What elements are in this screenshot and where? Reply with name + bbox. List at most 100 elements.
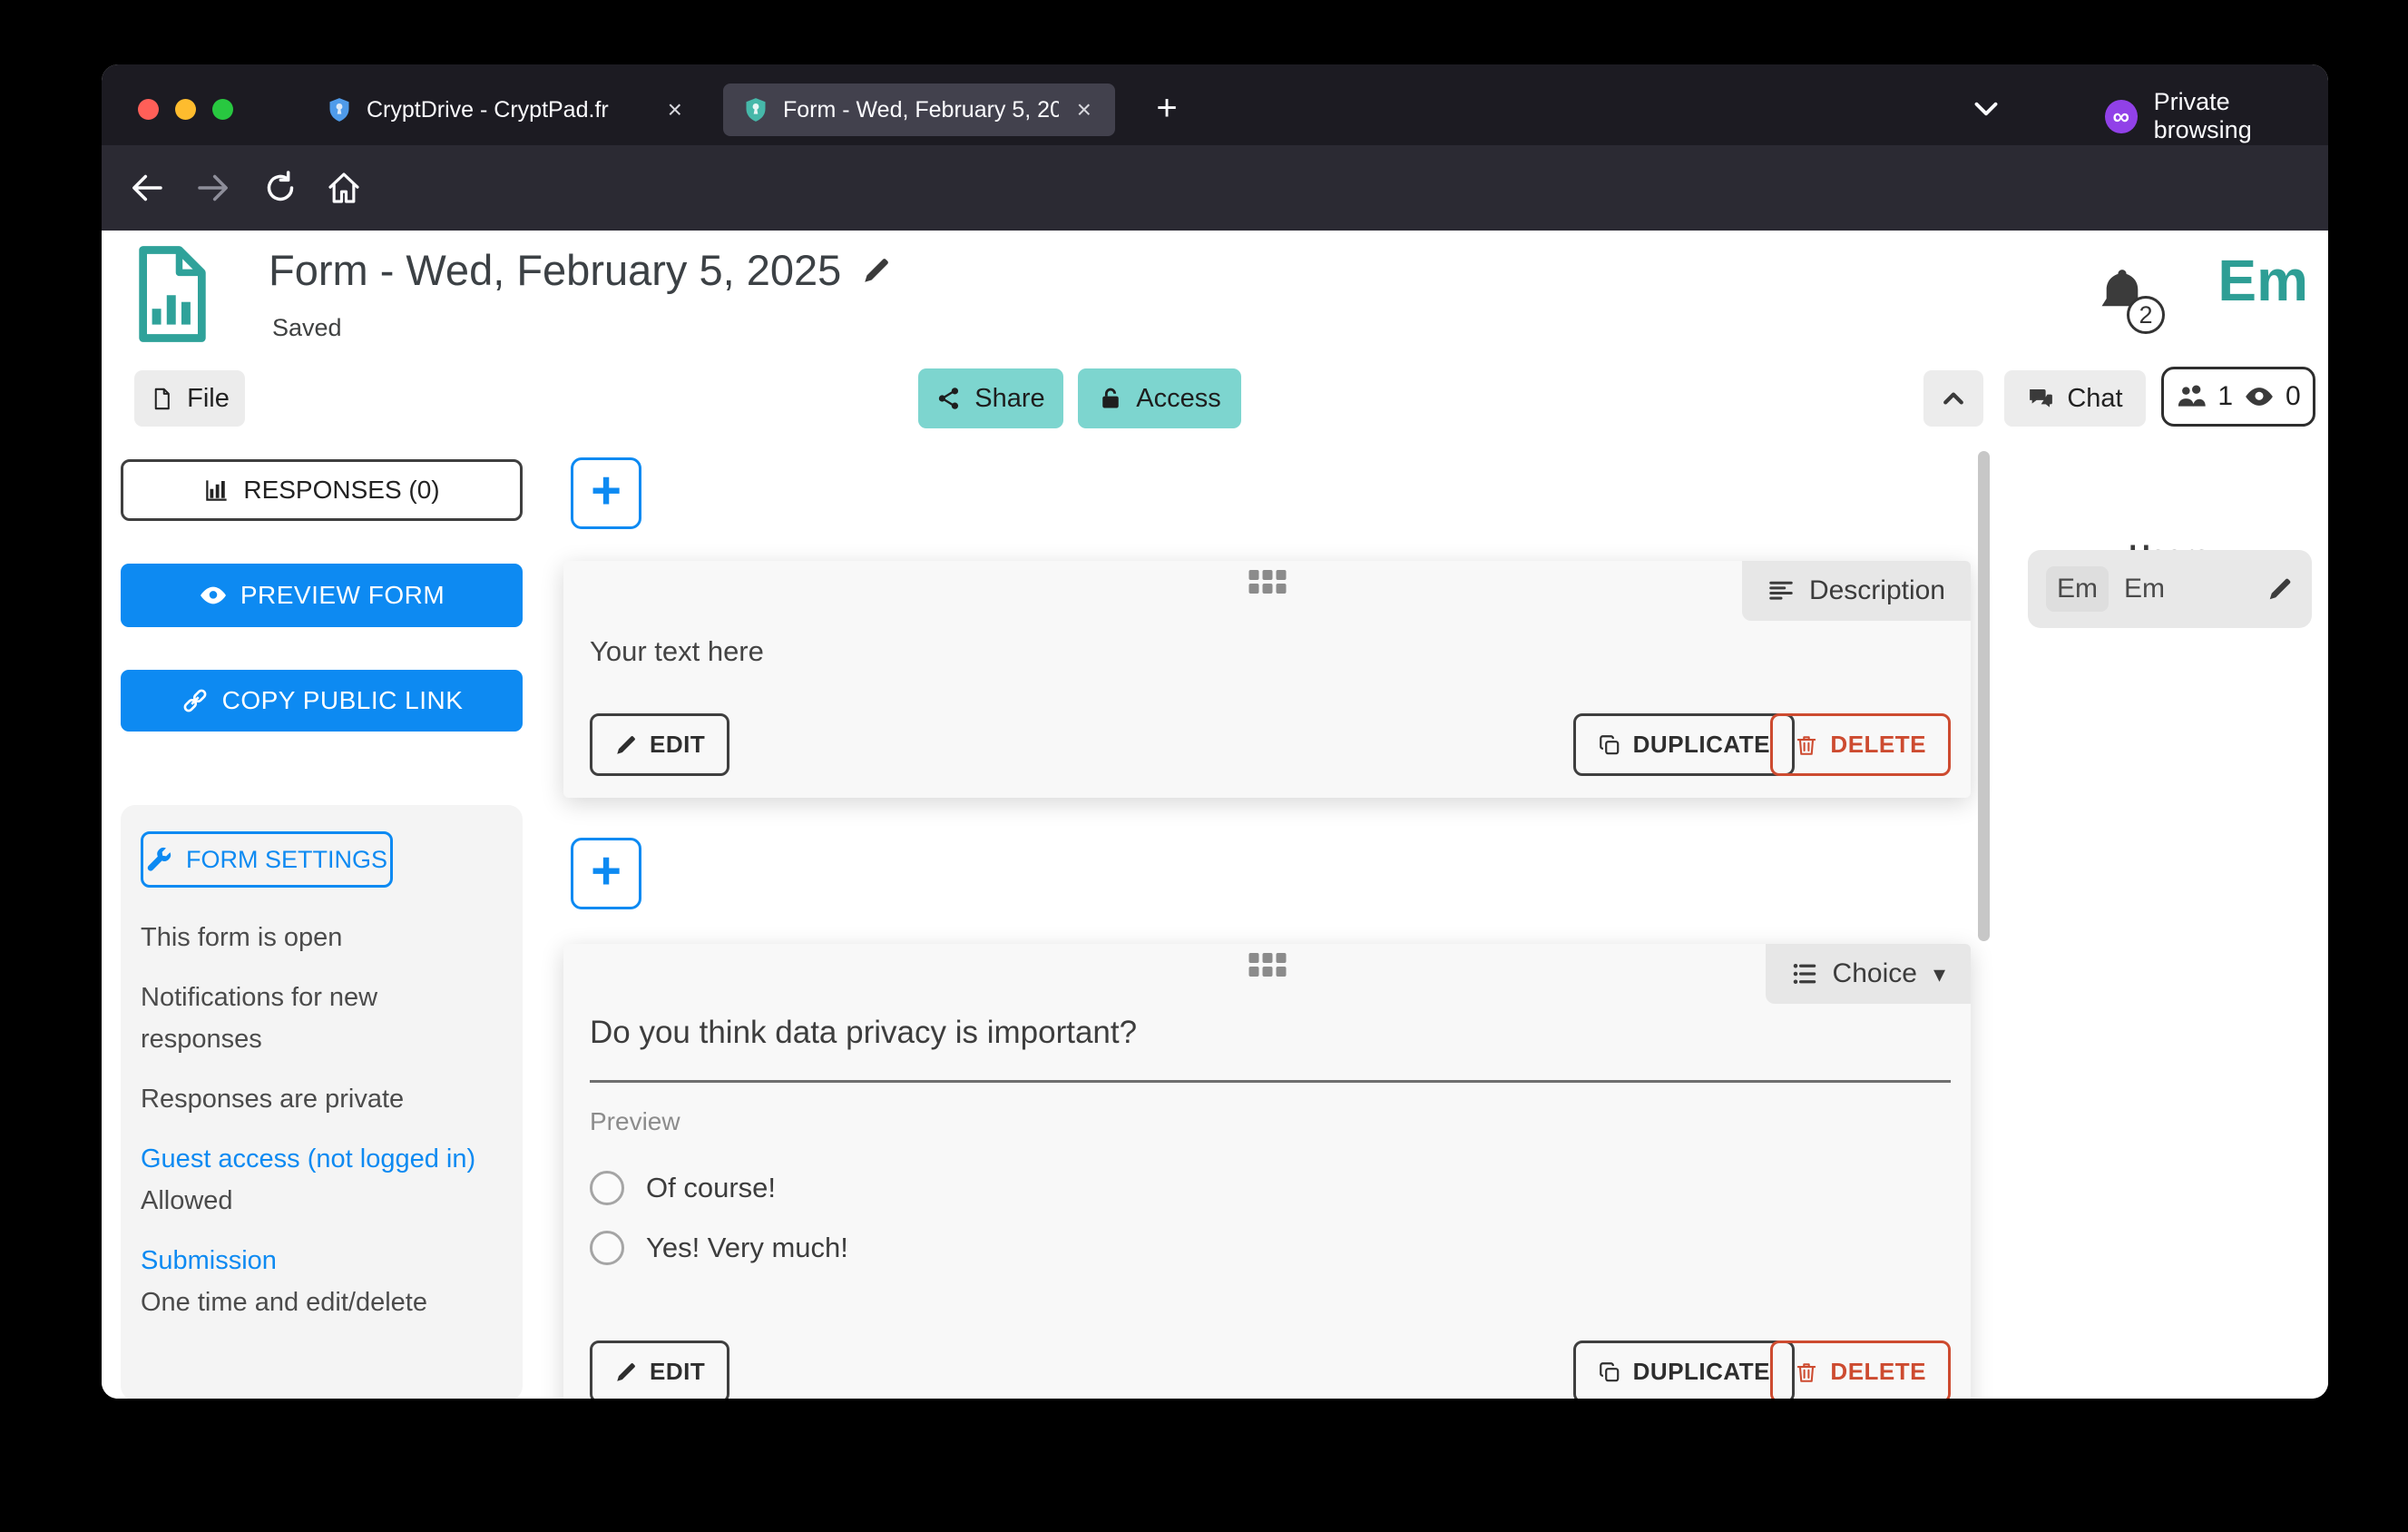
form-settings-summary: This form is open Notifications for new …: [141, 917, 503, 1323]
share-icon: [936, 386, 962, 411]
notifications-bell[interactable]: 2: [2094, 265, 2158, 329]
file-label: File: [187, 384, 230, 414]
navigation-bar: https://cryptpad.fr/form/#/3/form/edit/c…: [102, 145, 2328, 231]
tab-close-icon[interactable]: ×: [1073, 95, 1095, 124]
description-block: Description Your text here EDIT DUPLICAT…: [563, 561, 1971, 798]
reload-button[interactable]: [262, 170, 299, 206]
drag-handle-icon[interactable]: [1248, 570, 1286, 594]
tab-title: Form - Wed, February 5, 2025: [783, 97, 1059, 123]
duplicate-copy-icon: [1598, 1360, 1621, 1384]
submission-link[interactable]: Submission: [141, 1240, 503, 1282]
edit-button[interactable]: EDIT: [590, 713, 729, 776]
responses-button[interactable]: RESPONSES (0): [121, 459, 523, 521]
edit-pencil-icon: [614, 733, 638, 757]
edit-label: EDIT: [650, 1358, 705, 1386]
collapse-toolbar-button[interactable]: [1923, 370, 1983, 427]
chat-label: Chat: [2067, 384, 2122, 414]
preview-eye-icon: [199, 581, 228, 610]
question-text[interactable]: Do you think data privacy is important?: [590, 1015, 1137, 1051]
share-label: Share: [974, 384, 1044, 414]
block-type-choice[interactable]: Choice ▾: [1766, 944, 1971, 1004]
tab-form-active[interactable]: Form - Wed, February 5, 2025 ×: [723, 83, 1115, 136]
duplicate-button[interactable]: DUPLICATE: [1573, 713, 1795, 776]
drag-handle-icon[interactable]: [1248, 953, 1286, 977]
new-tab-button[interactable]: +: [1143, 86, 1190, 133]
cryptpad-shield-icon: [327, 97, 352, 123]
rename-pencil-icon[interactable]: [861, 255, 892, 286]
copy-public-link-button[interactable]: COPY PUBLIC LINK: [121, 670, 523, 732]
edit-button[interactable]: EDIT: [590, 1340, 729, 1399]
tab-cryptdrive[interactable]: CryptDrive - CryptPad.fr ×: [307, 83, 706, 136]
add-block-button[interactable]: +: [571, 838, 641, 909]
editors-count: 1: [2217, 381, 2233, 412]
access-label: Access: [1136, 384, 1220, 414]
form-settings-button[interactable]: FORM SETTINGS: [141, 831, 393, 888]
block-type-label: Description: [1809, 575, 1945, 606]
tab-bar: CryptDrive - CryptPad.fr × Form - Wed, F…: [102, 64, 2328, 145]
setting-private: Responses are private: [141, 1078, 503, 1120]
guest-access-link[interactable]: Guest access (not logged in): [141, 1138, 503, 1180]
description-text: Your text here: [590, 635, 764, 668]
window-minimize-button[interactable]: [175, 99, 196, 120]
chat-button[interactable]: Chat: [2004, 370, 2146, 427]
block-type-label: Choice: [1833, 958, 1917, 989]
document-title-text: Form - Wed, February 5, 2025: [269, 245, 841, 295]
tab-list-chevron-icon[interactable]: [1963, 90, 2009, 128]
tab-title: CryptDrive - CryptPad.fr: [367, 97, 650, 123]
edit-name-pencil-icon[interactable]: [2266, 575, 2294, 603]
align-left-icon: [1767, 577, 1795, 604]
user-avatar-text[interactable]: Em: [2217, 247, 2308, 314]
viewers-count: 0: [2286, 381, 2301, 412]
link-icon: [181, 686, 210, 715]
vertical-scrollbar[interactable]: [1978, 451, 1990, 941]
preview-form-label: PREVIEW FORM: [240, 581, 445, 610]
list-icon: [1791, 960, 1818, 987]
form-app-icon: [136, 243, 209, 345]
wrench-icon: [146, 847, 171, 872]
add-block-button[interactable]: +: [571, 457, 641, 529]
caret-down-icon: ▾: [1933, 960, 1945, 988]
file-menu-button[interactable]: File: [134, 370, 245, 427]
preview-label: Preview: [590, 1107, 680, 1136]
block-type-description[interactable]: Description: [1742, 561, 1971, 621]
block-actions: EDIT DUPLICATE DELETE: [590, 713, 1951, 776]
trash-icon: [1795, 1360, 1818, 1384]
form-settings-label: FORM SETTINGS: [186, 846, 387, 874]
form-settings-panel: FORM SETTINGS This form is open Notifica…: [121, 805, 523, 1399]
private-browsing-label: Private browsing: [2154, 88, 2328, 144]
home-button[interactable]: [326, 170, 362, 206]
edit-label: EDIT: [650, 731, 705, 759]
duplicate-copy-icon: [1598, 733, 1621, 757]
block-actions: EDIT DUPLICATE DELETE: [590, 1340, 1951, 1399]
tab-close-icon[interactable]: ×: [664, 95, 686, 124]
setting-notifications: Notifications for new responses: [141, 977, 503, 1060]
forward-button[interactable]: [195, 170, 231, 206]
edit-pencil-icon: [614, 1360, 638, 1384]
duplicate-label: DUPLICATE: [1633, 1358, 1770, 1386]
delete-button[interactable]: DELETE: [1770, 1340, 1951, 1399]
duplicate-button[interactable]: DUPLICATE: [1573, 1340, 1795, 1399]
option-label: Yes! Very much!: [646, 1232, 848, 1264]
setting-open: This form is open: [141, 917, 503, 958]
radio-button[interactable]: [590, 1231, 624, 1265]
delete-button[interactable]: DELETE: [1770, 713, 1951, 776]
access-lock-icon: [1098, 386, 1123, 411]
window-close-button[interactable]: [138, 99, 159, 120]
delete-label: DELETE: [1830, 731, 1926, 759]
window-zoom-button[interactable]: [212, 99, 233, 120]
delete-label: DELETE: [1830, 1358, 1926, 1386]
save-status: Saved: [272, 314, 342, 342]
question-underline: [590, 1080, 1951, 1083]
radio-button[interactable]: [590, 1171, 624, 1205]
cryptpad-form-shield-icon: [743, 97, 768, 123]
notification-count-badge[interactable]: 2: [2127, 296, 2165, 334]
share-button[interactable]: Share: [918, 368, 1063, 428]
preview-form-button[interactable]: PREVIEW FORM: [121, 564, 523, 627]
back-button[interactable]: [129, 170, 165, 206]
viewers-eye-icon: [2244, 381, 2275, 412]
presence-counter[interactable]: 1 0: [2161, 367, 2315, 427]
option-label: Of course!: [646, 1172, 776, 1204]
responses-label: RESPONSES (0): [243, 476, 439, 505]
access-button[interactable]: Access: [1078, 368, 1241, 428]
choice-block: Choice ▾ Do you think data privacy is im…: [563, 944, 1971, 1399]
